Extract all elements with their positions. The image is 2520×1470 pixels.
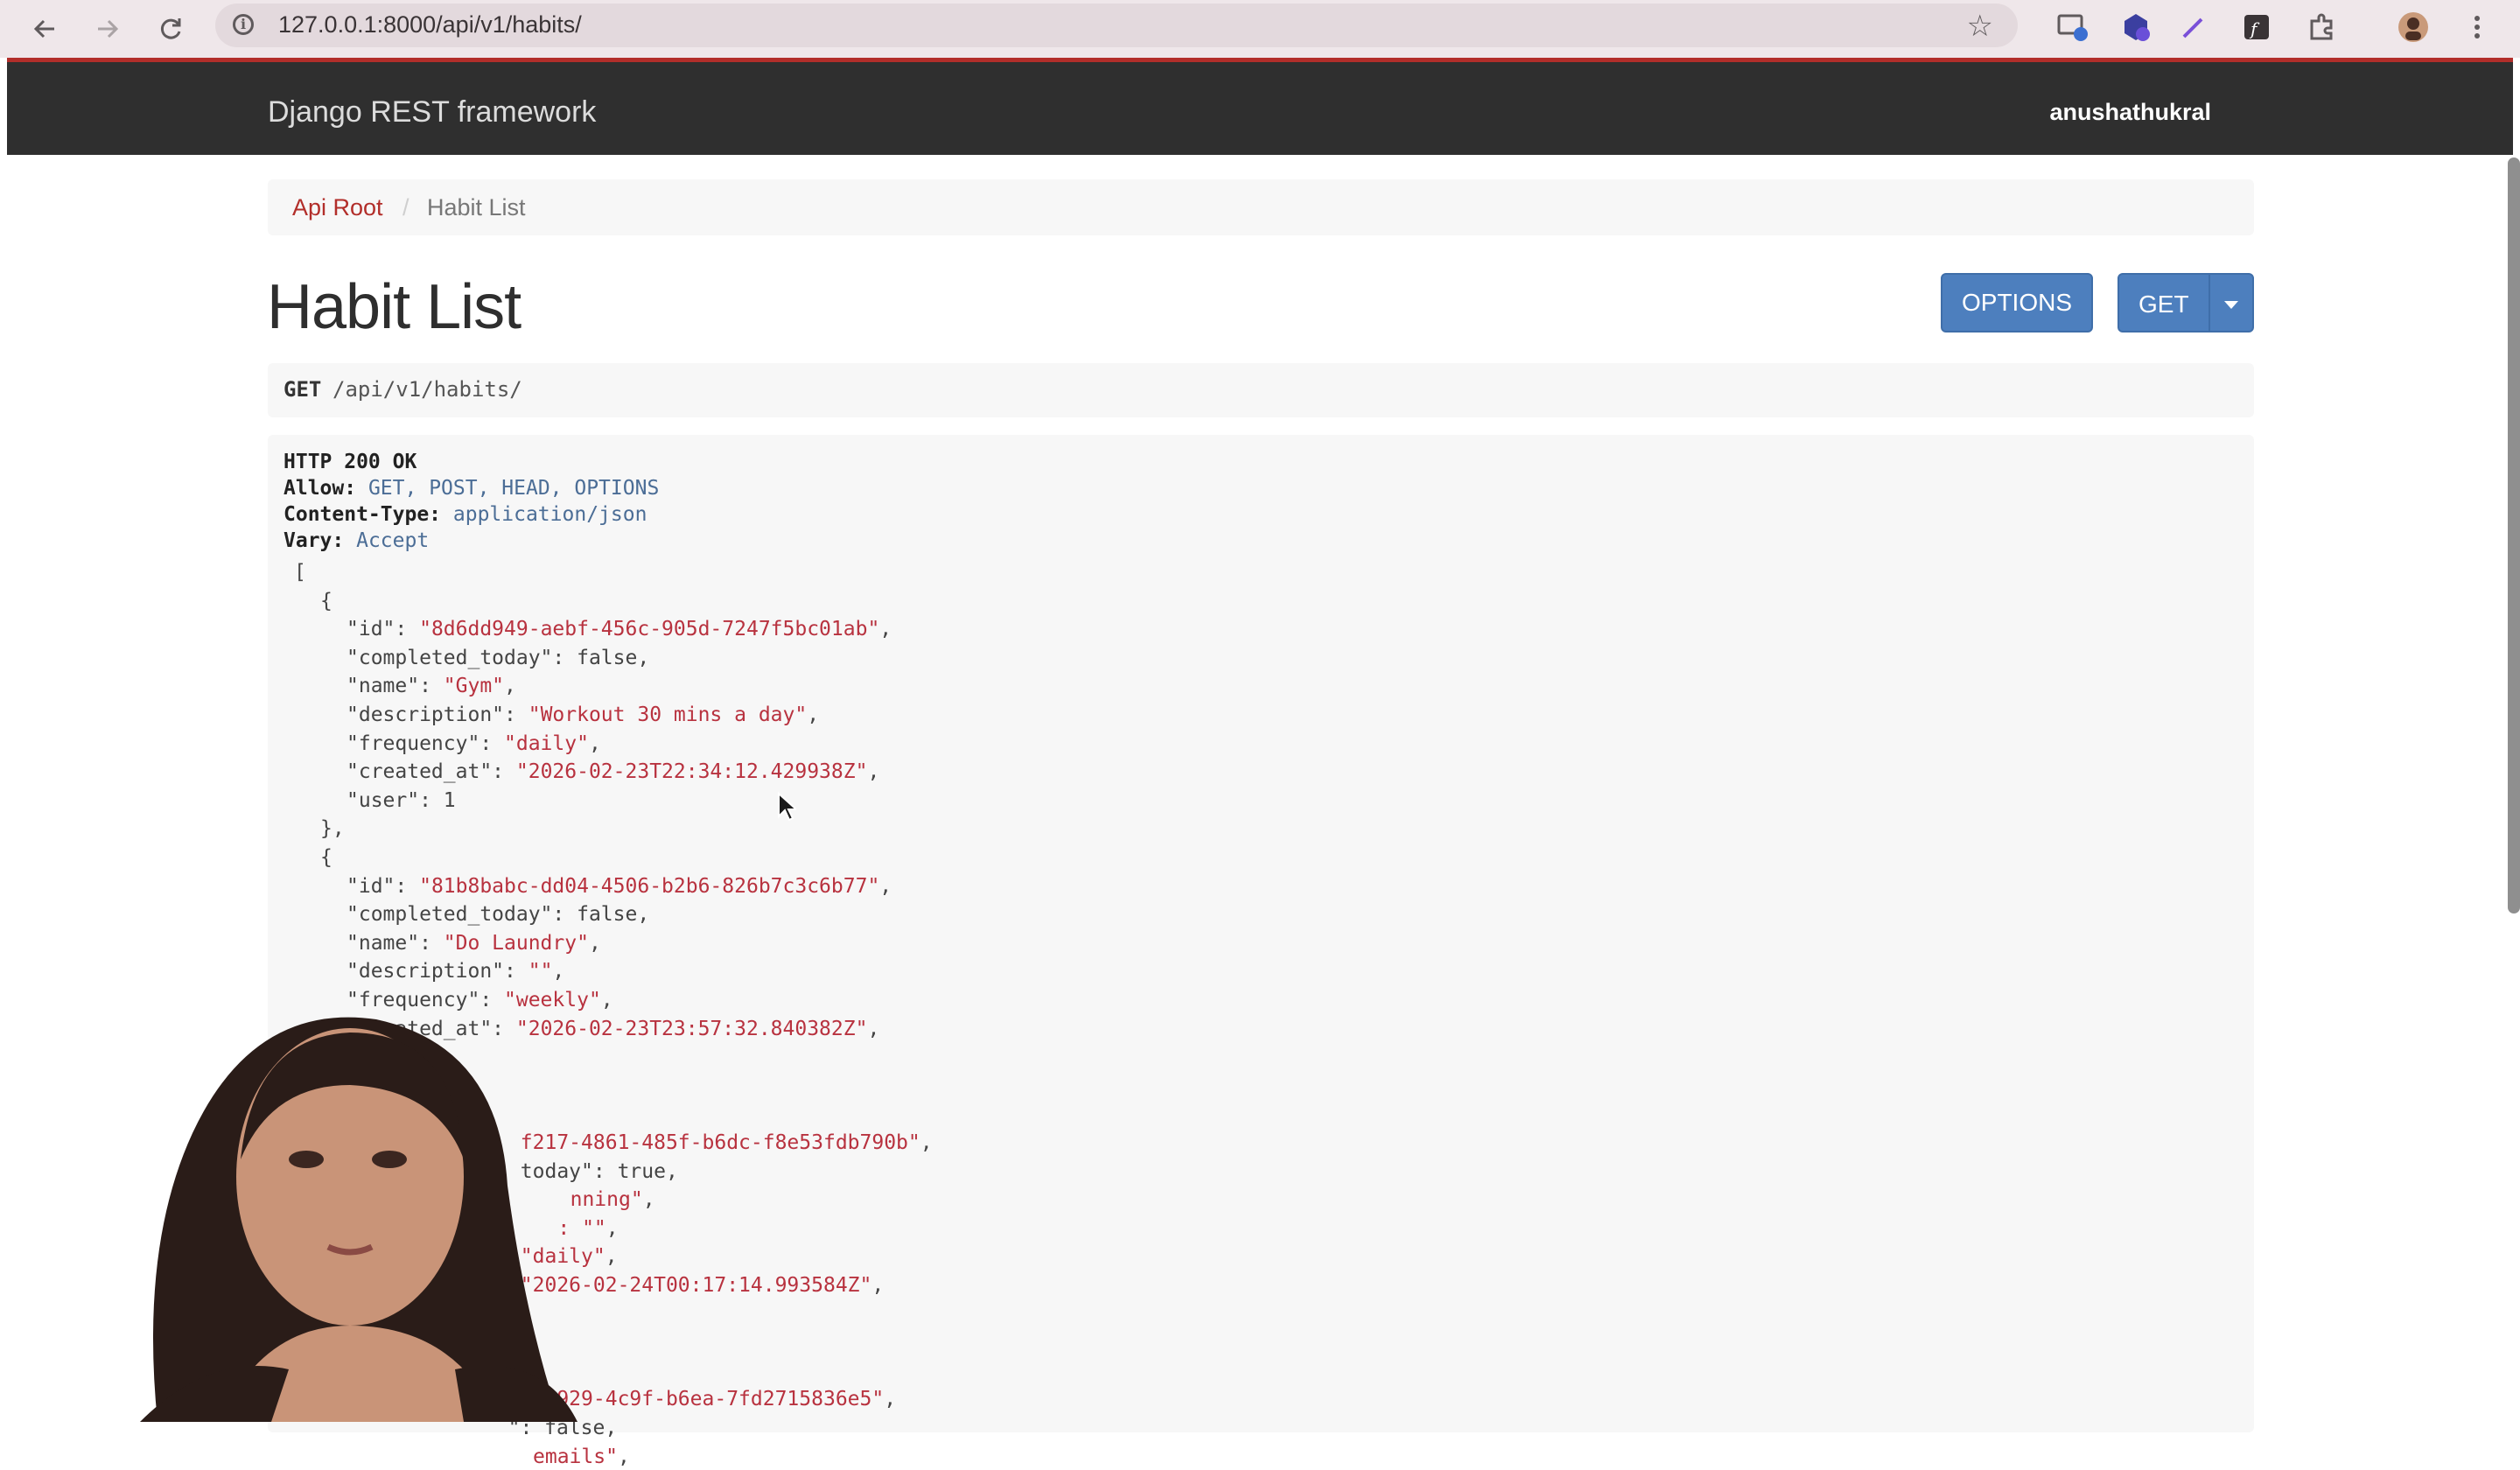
- json-line: "created_at": "2026-02-23T22:34:12.42993…: [346, 760, 880, 784]
- webcam-overlay: [140, 1017, 578, 1422]
- json-line: "description": "",: [346, 960, 565, 984]
- breadcrumb-api-root-link[interactable]: Api Root: [292, 194, 383, 221]
- bookmark-star-icon[interactable]: ☆: [1967, 9, 1993, 44]
- pen-icon[interactable]: [2174, 7, 2214, 47]
- json-line: "completed_today": false,: [346, 903, 650, 927]
- breadcrumb-current: Habit List: [427, 194, 526, 220]
- back-arrow-icon[interactable]: [23, 0, 66, 58]
- drf-navbar: Django REST framework anushathukral: [7, 62, 2513, 155]
- json-line: {: [320, 589, 332, 612]
- cast-icon[interactable]: [2053, 7, 2093, 47]
- reload-icon[interactable]: [149, 0, 192, 58]
- navbar-username[interactable]: anushathukral: [2049, 99, 2211, 126]
- response-header-vary: Vary: Accept: [284, 529, 430, 552]
- json-line: [: [294, 561, 306, 584]
- json-line: "completed_today": false,: [346, 646, 650, 669]
- response-header-allow: Allow: GET, POST, HEAD, OPTIONS: [284, 477, 660, 500]
- json-line: },: [320, 817, 345, 841]
- profile-avatar-icon[interactable]: [2393, 7, 2433, 47]
- request-info: GET /api/v1/habits/: [268, 363, 2254, 417]
- breadcrumb: Api Root / Habit List: [268, 179, 2254, 235]
- formula-extension-icon[interactable]: f: [2236, 7, 2277, 47]
- url-text[interactable]: 127.0.0.1:8000/api/v1/habits/: [278, 11, 582, 38]
- options-button[interactable]: OPTIONS: [1941, 273, 2093, 332]
- chevron-down-icon[interactable]: [2224, 301, 2238, 309]
- request-path: /api/v1/habits/: [332, 377, 522, 402]
- json-line: "description": "Workout 30 mins a day",: [346, 704, 820, 726]
- extension-puzzle-icon[interactable]: [2301, 7, 2342, 47]
- menu-dots-icon[interactable]: [2457, 7, 2497, 47]
- json-line: emails",: [533, 1445, 630, 1468]
- json-line: "frequency": "daily",: [346, 732, 601, 755]
- extension-badge-icon[interactable]: [2116, 7, 2156, 47]
- breadcrumb-separator: /: [402, 194, 410, 220]
- browser-toolbar: i 127.0.0.1:8000/api/v1/habits/ ☆ f: [0, 0, 2520, 58]
- json-line: "name": "Do Laundry",: [346, 931, 601, 955]
- response-header-content-type: Content-Type: application/json: [284, 503, 648, 526]
- page-scrollbar[interactable]: [2508, 158, 2520, 914]
- json-line: "id": "81b8babc-dd04-4506-b2b6-826b7c3c6…: [346, 874, 892, 898]
- get-button-divider: [2208, 275, 2210, 331]
- get-button-label[interactable]: GET: [2138, 290, 2189, 318]
- json-line: "name": "Gym",: [346, 675, 516, 698]
- page-title: Habit List: [267, 272, 522, 342]
- navbar-brand[interactable]: Django REST framework: [268, 95, 596, 130]
- address-bar[interactable]: i 127.0.0.1:8000/api/v1/habits/ ☆: [215, 4, 2018, 47]
- response-status: HTTP 200 OK: [284, 451, 417, 473]
- forward-arrow-icon[interactable]: [86, 0, 130, 58]
- get-button[interactable]: GET: [2118, 273, 2254, 332]
- json-line: "user": 1: [346, 788, 456, 812]
- mouse-cursor-icon: [778, 792, 796, 822]
- json-line: {: [320, 846, 332, 869]
- json-line: "id": "8d6dd949-aebf-456c-905d-7247f5bc0…: [346, 618, 892, 641]
- request-method: GET: [284, 377, 322, 402]
- site-info-icon[interactable]: i: [233, 14, 254, 35]
